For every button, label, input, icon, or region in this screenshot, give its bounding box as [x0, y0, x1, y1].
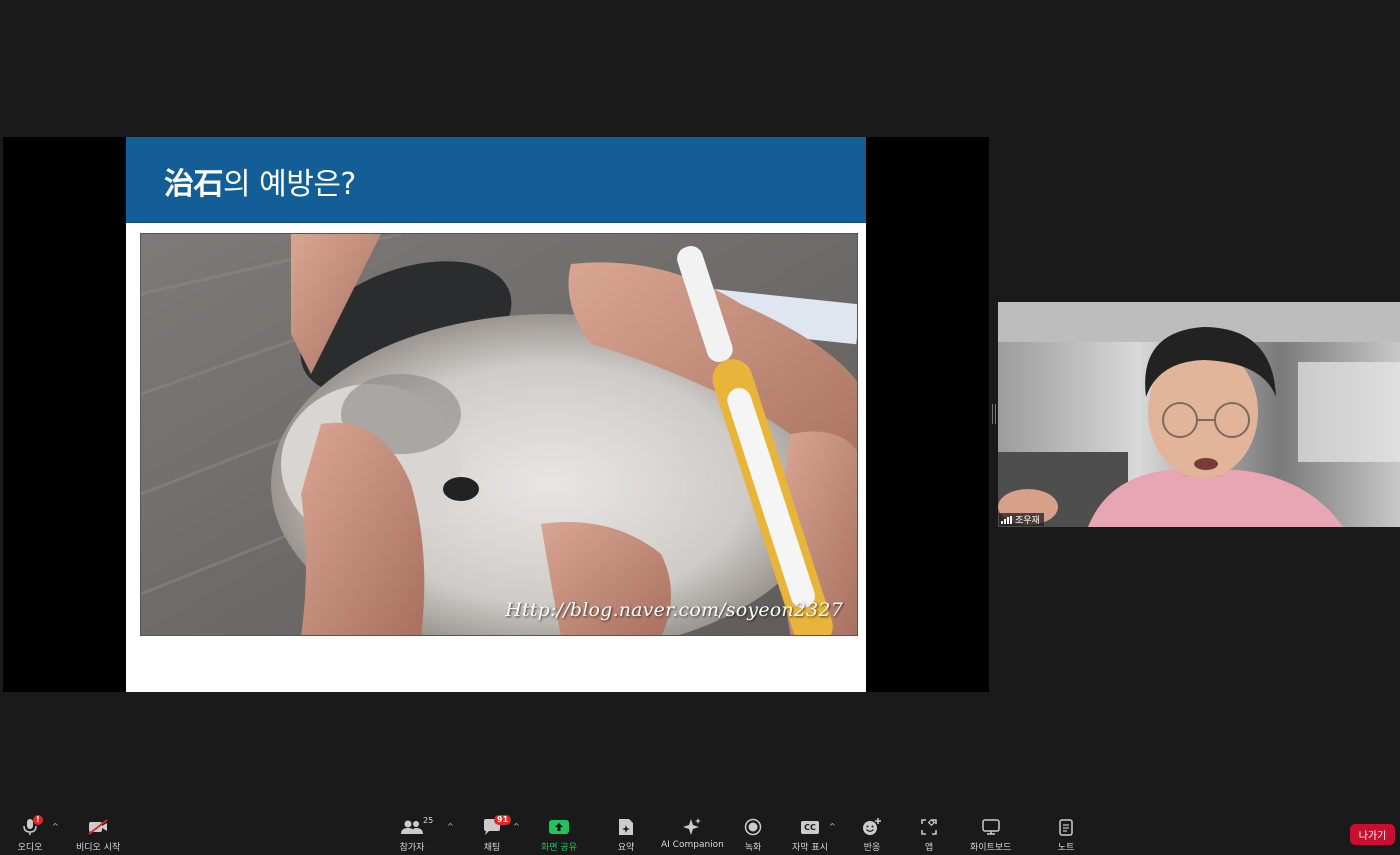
participants-count: 25: [423, 816, 434, 825]
slide-title-rest: 의 예방은?: [223, 167, 356, 202]
hamster-toothbrush-photo: [141, 234, 857, 635]
audio-label: 오디오: [17, 843, 43, 853]
splitter-handle[interactable]: [992, 404, 996, 424]
chat-unread-badge: 91: [494, 815, 512, 825]
captions-options-caret[interactable]: ^: [829, 822, 836, 831]
reactions-label: 반응: [863, 843, 881, 853]
apps-label: 앱: [924, 843, 934, 853]
captions-button[interactable]: CC 자막 표시: [792, 816, 828, 853]
audio-alert-badge: !: [33, 815, 43, 825]
meeting-toolbar: ! 오디오 ^ 비디오 시작 25 참가자 ^ 91 채팅 ^ 화면 공유 요약…: [0, 812, 1400, 855]
meeting-window: 治石의 예방은? Http://blog.naver.com/soyeon232…: [0, 0, 1400, 855]
participant-video: [998, 302, 1400, 527]
audio-options-caret[interactable]: ^: [52, 822, 59, 831]
photo-watermark: Http://blog.naver.com/soyeon2327: [505, 599, 843, 621]
summary-label: 요약: [617, 843, 635, 853]
sparkle-icon: [683, 818, 702, 835]
participants-options-caret[interactable]: ^: [447, 822, 454, 831]
emoji-plus-icon: [863, 818, 881, 835]
participant-name-tag: 조우재: [999, 513, 1044, 526]
leave-meeting-button[interactable]: 나가기: [1350, 824, 1395, 845]
slide-title: 治石의 예방은?: [164, 159, 356, 203]
video-camera-off-icon: [88, 819, 108, 835]
notes-icon: [1059, 819, 1073, 836]
apps-icon: [921, 819, 937, 835]
chat-button[interactable]: 91 채팅: [478, 815, 512, 853]
whiteboard-icon: [981, 819, 1000, 835]
share-screen-icon: [548, 820, 569, 834]
share-screen-label: 화면 공유: [541, 843, 577, 853]
reactions-button[interactable]: 반응: [858, 816, 886, 853]
people-icon: [401, 820, 423, 834]
slide-photo: Http://blog.naver.com/soyeon2327: [140, 233, 858, 636]
summary-button[interactable]: 요약: [612, 816, 640, 853]
whiteboard-button[interactable]: 화이트보드: [970, 816, 1011, 853]
whiteboard-label: 화이트보드: [970, 843, 1012, 853]
slide-title-bold: 治石: [164, 167, 224, 202]
cc-icon: CC: [801, 820, 819, 834]
participant-name: 조우재: [1015, 516, 1040, 526]
apps-button[interactable]: 앱: [915, 816, 943, 853]
participants-label: 참가자: [399, 843, 425, 853]
share-screen-button[interactable]: 화면 공유: [541, 816, 577, 853]
chat-label: 채팅: [483, 843, 501, 853]
video-label: 비디오 시작: [76, 843, 121, 853]
ai-companion-label: AI Companion: [661, 840, 724, 850]
notes-label: 노트: [1057, 843, 1075, 853]
slide-header: 治石의 예방은?: [126, 137, 866, 223]
ai-companion-button[interactable]: AI Companion: [661, 816, 724, 850]
signal-strength-icon: [1001, 515, 1012, 524]
record-button[interactable]: 녹화: [739, 816, 767, 853]
participants-button[interactable]: 25 참가자: [397, 816, 434, 853]
notes-button[interactable]: 노트: [1052, 816, 1080, 853]
start-video-button[interactable]: 비디오 시작: [76, 816, 120, 853]
captions-label: 자막 표시: [792, 843, 828, 853]
shared-screen: 治石의 예방은? Http://blog.naver.com/soyeon232…: [3, 137, 989, 692]
participant-video-tile[interactable]: 조우재: [998, 302, 1400, 527]
presentation-slide: 治石의 예방은? Http://blog.naver.com/soyeon232…: [126, 137, 866, 692]
document-sparkle-icon: [619, 819, 633, 835]
chat-options-caret[interactable]: ^: [513, 822, 520, 831]
record-icon: [744, 818, 762, 836]
audio-button[interactable]: ! 오디오: [16, 815, 44, 853]
record-label: 녹화: [744, 843, 762, 853]
